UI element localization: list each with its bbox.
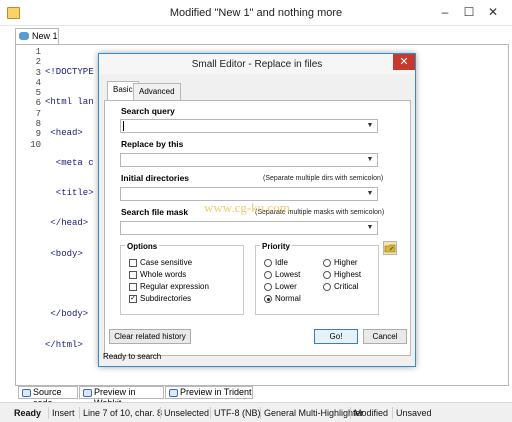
priority-group <box>255 245 379 315</box>
chevron-down-icon[interactable]: ▼ <box>366 122 374 130</box>
line-number-gutter: 1 2 3 4 5 6 7 8 9 10 <box>17 47 41 150</box>
replace-input[interactable]: ▼ <box>120 153 378 167</box>
priority-idle[interactable]: Idle <box>264 258 288 268</box>
status-saved: Unsaved <box>392 407 435 419</box>
checkbox-checked[interactable]: ✓ <box>129 295 137 303</box>
line-number: 6 <box>35 98 41 109</box>
tab-advanced[interactable]: Advanced <box>133 83 181 100</box>
minimize-button[interactable]: – <box>438 5 452 19</box>
document-icon <box>19 32 29 40</box>
search-query-input[interactable]: ▼ <box>120 119 378 133</box>
line-number: 5 <box>35 88 41 99</box>
line-number: 1 <box>35 47 41 57</box>
status-mode: Ready <box>14 408 42 418</box>
clear-history-button[interactable]: Clear related history <box>109 329 191 344</box>
option-subdirectories[interactable]: ✓ Subdirectories <box>129 294 191 304</box>
line-number: 4 <box>35 77 41 88</box>
priority-higher[interactable]: Higher <box>323 258 358 268</box>
priority-lower[interactable]: Lower <box>264 282 297 292</box>
priority-title: Priority <box>260 242 293 251</box>
tab-source-code[interactable]: Source code <box>18 386 78 408</box>
line-number: 7 <box>35 108 41 119</box>
tab-label: New 1 <box>32 31 58 41</box>
folder-icon <box>384 244 396 253</box>
chevron-down-icon[interactable]: ▼ <box>366 190 374 198</box>
options-title: Options <box>125 242 160 251</box>
radio[interactable] <box>264 283 272 291</box>
checkbox[interactable] <box>129 271 137 279</box>
status-encoding: UTF-8 (NB) <box>210 407 264 419</box>
line-number: 3 <box>35 67 41 78</box>
radio[interactable] <box>323 271 331 279</box>
maximize-button[interactable]: ☐ <box>462 5 476 19</box>
tab-preview-trident[interactable]: Preview in Trident <box>165 386 253 399</box>
dialog-status: Ready to search <box>103 352 162 361</box>
checkbox[interactable] <box>129 259 137 267</box>
priority-lowest[interactable]: Lowest <box>264 270 300 280</box>
dialog-close-button[interactable]: ✕ <box>393 54 415 70</box>
code-icon <box>22 389 31 397</box>
search-query-label: Search query <box>121 106 175 116</box>
dirs-label: Initial directories <box>121 173 190 183</box>
dirs-hint: (Separate multiple dirs with semicolon) <box>263 175 384 182</box>
line-number: 10 <box>30 139 41 150</box>
document-tab-bar <box>0 26 512 44</box>
priority-critical[interactable]: Critical <box>323 282 358 292</box>
checkbox[interactable] <box>129 283 137 291</box>
option-case-sensitive[interactable]: Case sensitive <box>129 258 192 268</box>
status-position: Line 7 of 10, char. 8 <box>79 407 165 419</box>
go-button[interactable]: Go! <box>314 329 358 344</box>
close-button[interactable]: ✕ <box>486 5 500 19</box>
option-regular-expression[interactable]: Regular expression <box>129 282 209 292</box>
radio[interactable] <box>323 283 331 291</box>
options-group <box>120 245 244 315</box>
status-selection: Unselected <box>160 407 212 419</box>
tab-new-1[interactable]: New 1 <box>15 28 59 44</box>
option-whole-words[interactable]: Whole words <box>129 270 186 280</box>
mask-input[interactable]: ▼ <box>120 221 378 235</box>
tab-preview-webkit[interactable]: Preview in Webkit <box>79 386 164 408</box>
watermark: www.cg-ku.com <box>204 200 290 215</box>
priority-highest[interactable]: Highest <box>323 270 361 280</box>
view-tabs: Source code Preview in Webkit Preview in… <box>15 386 509 408</box>
status-modified: Modified <box>350 407 391 419</box>
replace-label: Replace by this <box>121 139 184 149</box>
window-title-bar: Modified "New 1" and nothing more – ☐ ✕ <box>0 0 512 26</box>
priority-normal[interactable]: Normal <box>264 294 301 304</box>
radio-selected[interactable] <box>264 295 272 303</box>
window-title: Modified "New 1" and nothing more <box>169 7 343 19</box>
mask-label: Search file mask <box>121 207 189 217</box>
chevron-down-icon[interactable]: ▼ <box>366 224 374 232</box>
line-number: 9 <box>35 129 41 140</box>
browse-folder-button[interactable] <box>383 241 397 255</box>
radio[interactable] <box>323 259 331 267</box>
radio[interactable] <box>264 259 272 267</box>
status-bar: Ready Insert Line 7 of 10, char. 8 Unsel… <box>0 402 512 422</box>
line-number: 2 <box>35 57 41 68</box>
cancel-button[interactable]: Cancel <box>363 329 407 344</box>
status-insert: Insert <box>48 407 78 419</box>
dialog-title: Small Editor - Replace in files <box>191 59 323 70</box>
globe-icon <box>169 389 178 397</box>
chevron-down-icon[interactable]: ▼ <box>366 156 374 164</box>
line-number: 8 <box>35 119 41 130</box>
globe-icon <box>83 389 92 397</box>
dirs-input[interactable]: ▼ <box>120 187 378 201</box>
radio[interactable] <box>264 271 272 279</box>
text-caret <box>123 121 124 131</box>
basic-panel: Search query ▼ Replace by this ▼ Initial… <box>104 100 411 356</box>
dialog-title-bar: Small Editor - Replace in files ✕ <box>99 54 415 74</box>
